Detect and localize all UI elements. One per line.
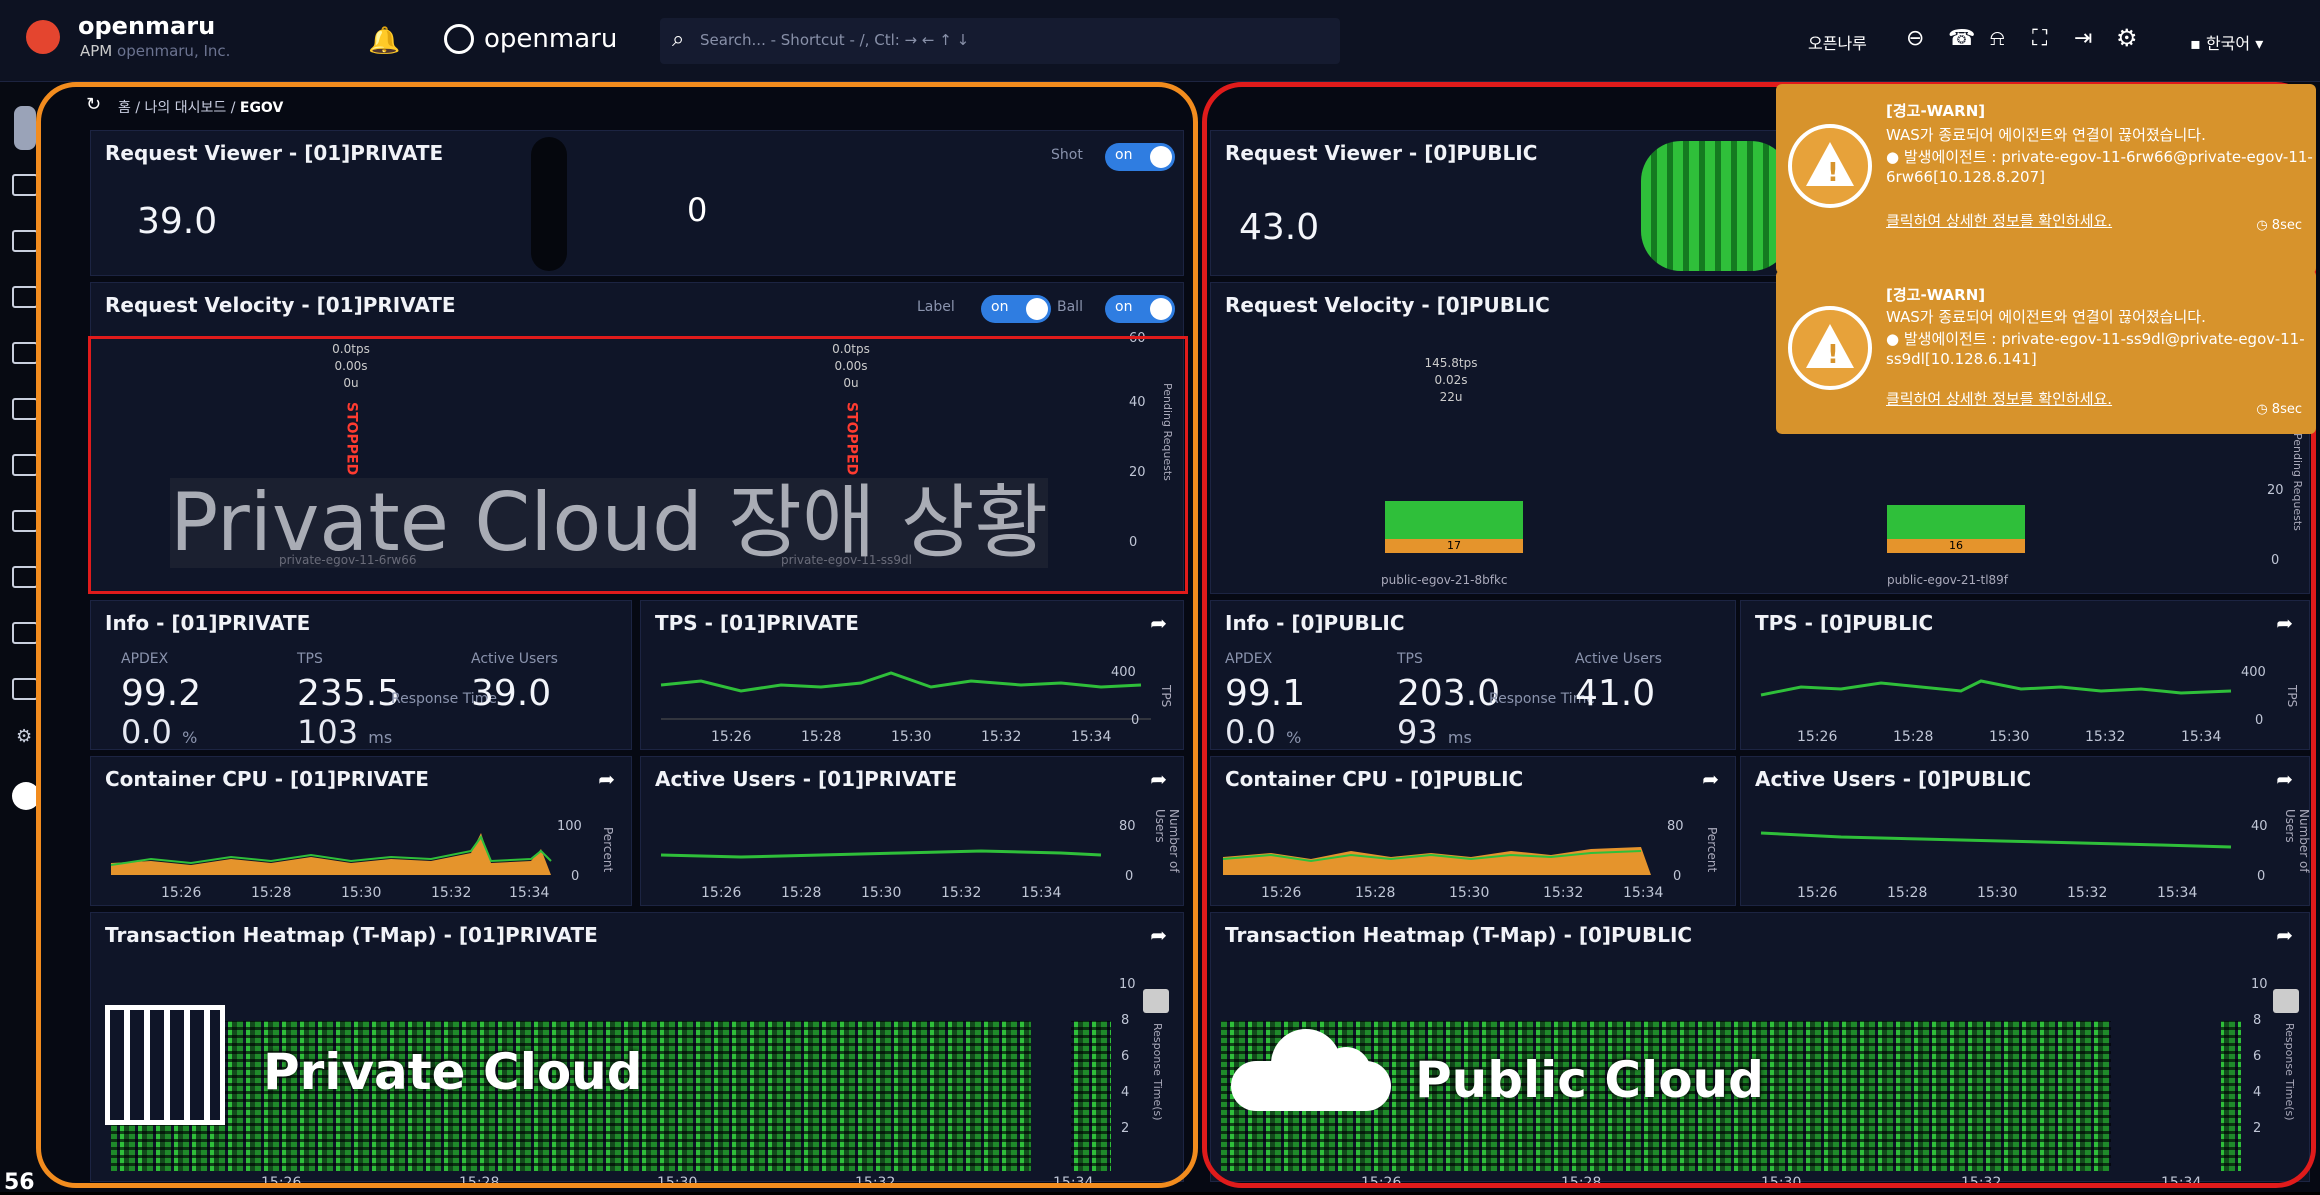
toast-message: WAS가 종료되어 에이전트와 연결이 끊어졌습니다. — [1886, 308, 2206, 326]
logo-icon[interactable] — [26, 20, 60, 54]
toast-time: ◷ 8sec — [2256, 218, 2302, 233]
search-input[interactable]: Search... - Shortcut - /, Ctl: → ← ↑ ↓ — [700, 31, 969, 49]
gear-icon[interactable]: ⚙ — [2116, 24, 2138, 52]
language-select[interactable]: ▪ 한국어 ▾ — [2190, 30, 2263, 54]
warning-toast[interactable]: ! [경고-WARN] WAS가 종료되어 에이전트와 연결이 끊어졌습니다. … — [1776, 84, 2316, 274]
sidebar-handle[interactable] — [14, 106, 36, 150]
logout-icon[interactable]: ⇥ — [2074, 26, 2092, 51]
folder-icon[interactable] — [12, 174, 38, 196]
user-name[interactable]: 오픈나루 — [1808, 30, 1867, 54]
folder-icon[interactable] — [12, 286, 38, 308]
search-icon: ⌕ — [672, 27, 685, 52]
toast-agent-ip: ss9dl[10.128.6.141] — [1886, 350, 2037, 368]
folder-icon[interactable] — [12, 342, 38, 364]
folder-icon[interactable] — [12, 398, 38, 420]
toast-agent: ● 발생에이전트 : private-egov-11-ss9dl@private… — [1886, 330, 2305, 348]
search-box[interactable]: ⌕ Search... - Shortcut - /, Ctl: → ← ↑ ↓ — [660, 18, 1340, 64]
warning-toast[interactable]: ! [경고-WARN] WAS가 종료되어 에이전트와 연결이 끊어졌습니다. … — [1776, 270, 2316, 434]
folder-icon[interactable] — [12, 454, 38, 476]
clock-icon: ◷ — [2256, 218, 2268, 233]
toast-title: [경고-WARN] — [1886, 102, 1986, 120]
folder-icon[interactable] — [12, 622, 38, 644]
flag-icon: ▪ — [2190, 34, 2201, 53]
zoom-icon[interactable]: ⊖ — [1906, 26, 1924, 51]
toast-link[interactable]: 클릭하여 상세한 정보를 확인하세요. — [1886, 388, 2112, 409]
toast-link[interactable]: 클릭하여 상세한 정보를 확인하세요. — [1886, 210, 2112, 231]
top-bar: openmaru APM openmaru, Inc. 🔔 openmaru ⌕… — [0, 0, 2320, 82]
private-cloud-frame — [36, 82, 1198, 1188]
toast-time: ◷ 8sec — [2256, 402, 2302, 417]
brand-name: openmaru — [78, 12, 216, 40]
toast-agent-ip: 6rw66[10.128.8.207] — [1886, 168, 2045, 186]
alert-icon[interactable]: ⍾ — [1990, 26, 2005, 51]
toast-title: [경고-WARN] — [1886, 286, 1986, 304]
phone-icon[interactable]: ☎ — [1948, 26, 1975, 51]
warning-icon: ! — [1788, 306, 1872, 390]
toast-agent: ● 발생에이전트 : private-egov-11-6rw66@private… — [1886, 148, 2313, 166]
folder-icon[interactable] — [12, 230, 38, 252]
folder-icon[interactable] — [12, 678, 38, 700]
page-number: 56 — [4, 1170, 35, 1195]
center-brand: openmaru — [484, 24, 618, 54]
clock-icon: ◷ — [2256, 402, 2268, 417]
warning-icon: ! — [1788, 124, 1872, 208]
brand-sub: APM openmaru, Inc. — [80, 42, 231, 60]
folder-icon[interactable] — [12, 566, 38, 588]
folder-icon[interactable] — [12, 510, 38, 532]
fullscreen-icon[interactable]: ⛶ — [2032, 26, 2047, 51]
toast-message: WAS가 종료되어 에이전트와 연결이 끊어졌습니다. — [1886, 126, 2206, 144]
bell-icon[interactable]: 🔔 — [368, 26, 400, 56]
settings-icon[interactable]: ⚙ — [16, 726, 32, 747]
center-logo-icon — [444, 24, 474, 54]
